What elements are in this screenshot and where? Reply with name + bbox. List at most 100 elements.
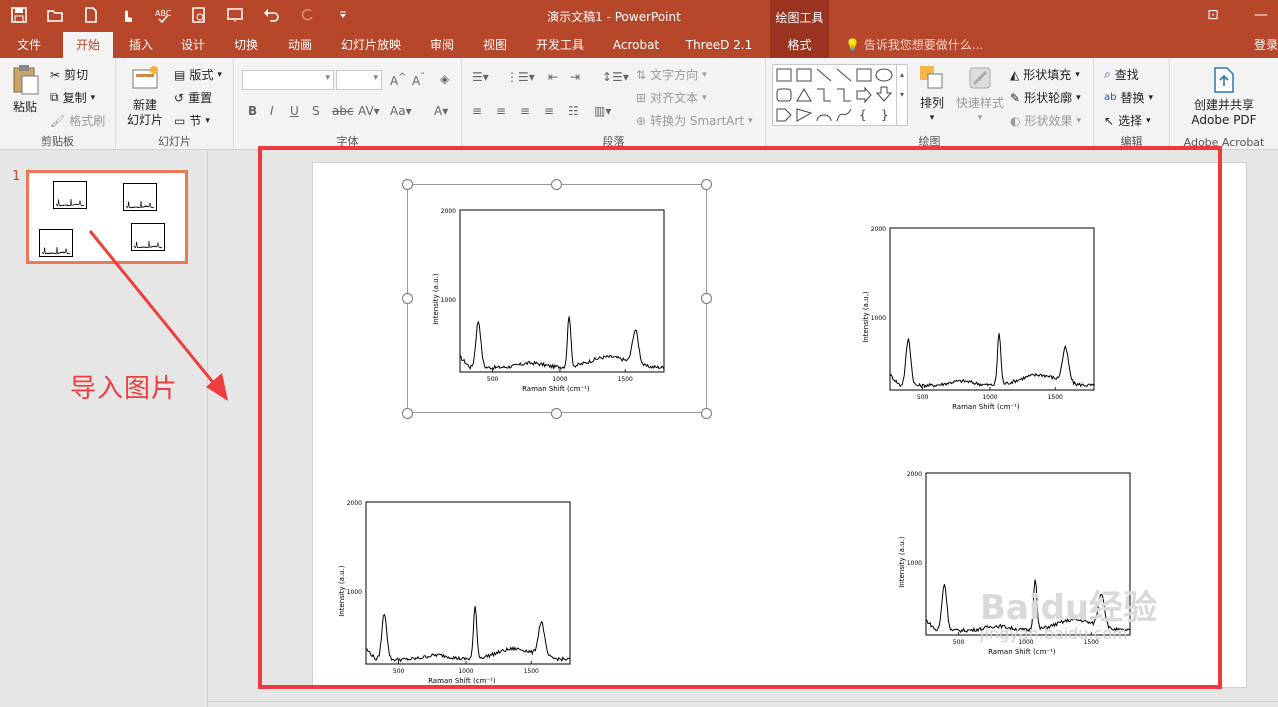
change-case-icon[interactable]: Aa▾ [390,104,412,118]
thumbnail-chart [39,229,73,257]
align-text-button[interactable]: ⊞ 对齐文本 ▾ [636,89,707,106]
section-label: 节 [189,114,202,128]
align-right-icon[interactable]: ≡ [520,104,530,118]
increase-indent-icon[interactable]: ⇥ [570,70,580,84]
smartart-icon: ⊕ [636,113,647,128]
sign-in-link[interactable]: 登录 [1254,32,1278,58]
quick-styles-button[interactable]: 快速样式 ▾ [954,64,1006,126]
strikethrough-icon[interactable]: abc [332,104,354,118]
bold-icon[interactable]: B [248,104,257,118]
text-direction-button[interactable]: ⇅ 文字方向 ▾ [636,66,707,83]
arrange-button[interactable]: 排列 ▾ [912,64,952,126]
tab-home[interactable]: 开始 [63,32,113,58]
align-text-label: 对齐文本 [650,91,699,105]
ribbon-display-options-icon[interactable]: ⊡ [1204,6,1222,24]
thumbnail-chart [123,183,157,211]
tab-format[interactable]: 格式 [770,32,829,58]
tab-view[interactable]: 视图 [474,32,516,58]
tab-design[interactable]: 设计 [172,32,214,58]
quick-styles-icon [969,67,991,89]
acrobat-group: 创建并共享 Adobe PDF Adobe Acrobat [1170,58,1278,150]
columns-icon[interactable]: ▥▾ [594,104,611,118]
cut-button[interactable]: ✂ 剪切 [50,66,88,83]
italic-icon[interactable]: I [270,104,274,118]
tell-me-box[interactable]: 💡 告诉我您想要做什么... [845,32,983,58]
effects-icon: ◐ [1010,113,1021,128]
status-area [208,701,1278,707]
layout-button[interactable]: ▤ 版式 ▾ [174,66,222,83]
bullets-icon[interactable]: ☰▾ [472,70,489,84]
font-size-combo[interactable] [336,70,382,90]
align-text-icon: ⊞ [636,90,647,105]
format-painter-label: 格式刷 [69,114,106,128]
create-pdf-label-1: 创建并共享 [1193,98,1254,112]
tab-developer[interactable]: 开发工具 [526,32,594,58]
paragraph-group: ☰▾ ⋮☰▾ ⇤ ⇥ ↕☰▾ ≡ ≡ ≡ ≡ ☷ ▥▾ ⇅ 文字方向 ▾ ⊞ 对齐文本… [462,58,766,150]
lightbulb-icon: 💡 [845,38,860,52]
tab-slideshow[interactable]: 幻灯片放映 [333,32,409,58]
reset-icon: ↺ [174,90,185,105]
tab-insert[interactable]: 插入 [120,32,162,58]
tab-review[interactable]: 审阅 [420,32,464,58]
replace-button[interactable]: ab 替换 ▾ [1104,89,1153,106]
grow-font-icon[interactable]: A^ [390,72,407,88]
create-pdf-label-2: Adobe PDF [1191,113,1257,127]
section-button[interactable]: ▭ 节 ▾ [174,112,210,129]
reset-button[interactable]: ↺ 重置 [174,89,212,106]
shape-effects-button[interactable]: ◐ 形状效果 ▾ [1010,112,1081,129]
chevron-down-icon: ▾ [217,69,222,80]
shapes-gallery[interactable]: {} [772,64,900,126]
tab-acrobat[interactable]: Acrobat [604,32,668,58]
shapes-gallery-scroll[interactable]: ▴ ▾ [896,64,908,126]
tab-file[interactable]: 文件 [6,32,52,58]
slide-number: 1 [12,169,21,184]
create-pdf-button[interactable]: 创建并共享 Adobe PDF [1182,66,1266,128]
tab-transitions[interactable]: 切换 [225,32,267,58]
numbering-icon[interactable]: ⋮☰▾ [506,70,535,84]
tab-animations[interactable]: 动画 [278,32,322,58]
shape-outline-button[interactable]: ✎ 形状轮廓 ▾ [1010,89,1081,106]
shrink-font-icon[interactable]: Aˇ [412,72,425,88]
shape-fill-button[interactable]: ◭ 形状填充 ▾ [1010,66,1080,83]
paste-button[interactable]: 粘贴 [8,64,42,115]
chevron-down-icon: ▾ [977,113,983,123]
font-color-icon[interactable]: A▾ [434,104,448,118]
window-title: 演示文稿1 - PowerPoint [547,10,681,24]
layout-label: 版式 [189,68,214,82]
paint-bucket-icon: ◭ [1010,67,1020,82]
copy-button[interactable]: ⧉ 复制 ▾ [50,89,95,106]
format-painter-button[interactable]: 🖌 格式刷 [50,112,105,129]
font-name-combo[interactable] [242,70,334,90]
find-button[interactable]: ⌕ 查找 [1104,66,1139,83]
align-left-icon[interactable]: ≡ [472,104,482,118]
minimize-icon[interactable]: — [1252,6,1270,24]
find-label: 查找 [1114,68,1139,82]
reset-label: 重置 [188,91,213,105]
justify-icon[interactable]: ≡ [544,104,554,118]
line-spacing-icon[interactable]: ↕☰▾ [602,70,629,84]
annotation-text: 导入图片 [70,374,179,404]
decrease-indent-icon[interactable]: ⇤ [548,70,558,84]
tell-me-text: 告诉我您想要做什么... [863,38,984,52]
distributed-icon[interactable]: ☷ [568,104,579,118]
select-button[interactable]: ↖ 选择 ▾ [1104,112,1151,129]
smartart-label: 转换为 SmartArt [650,114,745,128]
clipboard-group: 粘贴 ✂ 剪切 ⧉ 复制 ▾ 🖌 格式刷 剪贴板 [0,58,116,150]
shadow-icon[interactable]: S [312,104,320,118]
pen-icon: ✎ [1010,90,1021,105]
select-label: 选择 [1118,114,1143,128]
scissors-icon: ✂ [50,67,61,82]
clear-formatting-icon[interactable]: ◈ [440,72,449,86]
slides-group: 新建 幻灯片 ▤ 版式 ▾ ↺ 重置 ▭ 节 ▾ 幻灯片 [116,58,234,150]
arrange-label: 排列 [919,96,944,110]
text-direction-icon: ⇅ [636,67,647,82]
convert-smartart-button[interactable]: ⊕ 转换为 SmartArt ▾ [636,112,753,129]
underline-icon[interactable]: U [290,104,299,118]
new-slide-button[interactable]: 新建 幻灯片 [120,64,170,128]
tab-threed[interactable]: ThreeD 2.1 [678,32,760,58]
character-spacing-icon[interactable]: AV▾ [358,104,380,118]
font-group: A^ Aˇ ◈ B I U S abc AV▾ Aa▾ A▾ 字体 [234,58,462,150]
chevron-down-icon: ▾ [205,115,210,126]
copy-icon: ⧉ [50,90,59,104]
align-center-icon[interactable]: ≡ [496,104,506,118]
